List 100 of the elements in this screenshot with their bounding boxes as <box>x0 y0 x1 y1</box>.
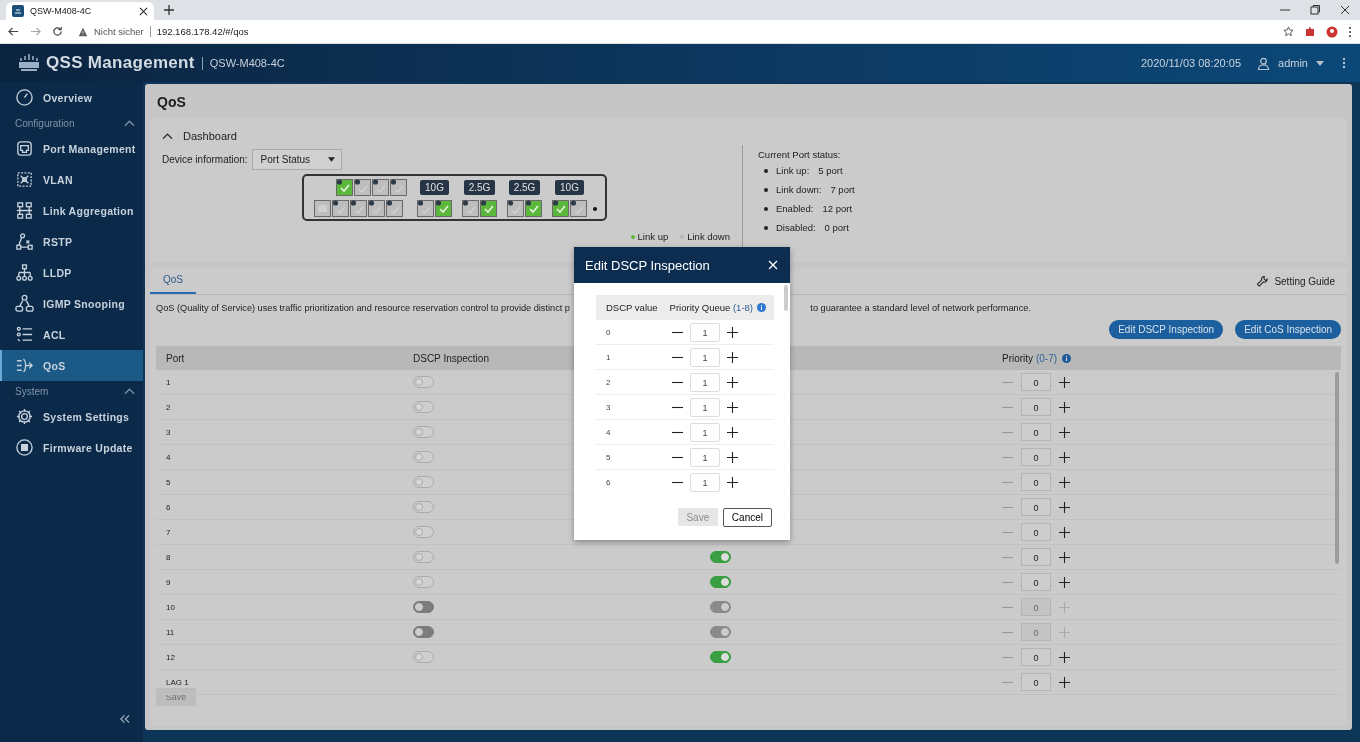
priority-input[interactable]: 0 <box>1021 673 1051 691</box>
profile-icon[interactable] <box>1326 25 1338 38</box>
plus-icon[interactable] <box>1059 376 1070 388</box>
priority-input[interactable]: 0 <box>1021 548 1051 566</box>
port-icon[interactable] <box>570 200 587 217</box>
dscp-toggle[interactable] <box>413 501 434 513</box>
port-icon[interactable] <box>435 200 452 217</box>
edit-button[interactable]: Edit DSCP Inspection <box>1109 320 1224 339</box>
queue-input[interactable]: 1 <box>690 422 720 442</box>
chevron-icon[interactable] <box>124 119 135 127</box>
priority-input[interactable]: 0 <box>1021 573 1051 591</box>
port-icon[interactable] <box>417 200 434 217</box>
plus-icon[interactable] <box>1059 526 1070 538</box>
close-icon[interactable] <box>1340 5 1350 15</box>
cos-toggle[interactable] <box>710 651 731 663</box>
edit-button[interactable]: Edit CoS Inspection <box>1235 320 1341 339</box>
port-icon[interactable] <box>462 200 479 217</box>
sidebar-item[interactable]: IGMP Snooping <box>0 288 143 319</box>
sidebar-item[interactable]: Link Aggregation <box>0 195 143 226</box>
cancel-button[interactable]: Cancel <box>722 508 772 527</box>
queue-input[interactable]: 1 <box>690 447 720 467</box>
info-icon[interactable] <box>1062 353 1072 363</box>
dscp-toggle[interactable] <box>413 476 434 488</box>
priority-input[interactable]: 0 <box>1021 648 1051 666</box>
priority-input[interactable]: 0 <box>1021 423 1051 441</box>
port-status-dropdown[interactable]: Port Status <box>251 149 343 170</box>
sidebar-item[interactable]: LLDP <box>0 257 143 288</box>
priority-input[interactable]: 0 <box>1021 473 1051 491</box>
plus-icon[interactable] <box>727 376 738 388</box>
sidebar-item[interactable]: System Settings <box>0 401 143 432</box>
port-icon[interactable] <box>372 179 389 196</box>
more-icon[interactable] <box>1342 57 1346 69</box>
plus-icon[interactable] <box>1059 476 1070 488</box>
dscp-toggle[interactable] <box>413 526 434 538</box>
port-icon[interactable] <box>386 200 403 217</box>
cos-toggle[interactable] <box>710 551 731 563</box>
queue-input[interactable]: 1 <box>690 347 720 367</box>
info-icon[interactable] <box>757 303 766 312</box>
priority-input[interactable]: 0 <box>1021 398 1051 416</box>
sidebar-item[interactable]: ACL <box>0 319 143 350</box>
address-field[interactable]: Nicht sicher 192.168.178.42/#/qos <box>74 22 1272 41</box>
chevron-icon[interactable] <box>124 387 135 395</box>
port-icon[interactable] <box>507 200 524 217</box>
port-icon[interactable] <box>480 200 497 217</box>
sidebar-item[interactable]: Firmware Update <box>0 432 143 463</box>
port-icon[interactable] <box>368 200 385 217</box>
plus-icon[interactable] <box>1059 576 1070 588</box>
dscp-toggle[interactable] <box>413 451 434 463</box>
maximize-icon[interactable] <box>1310 5 1320 15</box>
queue-input[interactable]: 1 <box>690 397 720 417</box>
tab[interactable]: QoS <box>150 268 196 294</box>
sidebar-item[interactable]: VLAN <box>0 164 143 195</box>
browser-tab[interactable]: QSW-M408-4C <box>6 2 154 20</box>
plus-icon[interactable] <box>1059 551 1070 563</box>
plus-icon[interactable] <box>1059 451 1070 463</box>
plus-icon[interactable] <box>727 401 738 413</box>
plus-icon[interactable] <box>1059 426 1070 438</box>
plus-icon[interactable] <box>1059 676 1070 688</box>
dscp-toggle[interactable] <box>413 651 434 663</box>
port-icon[interactable] <box>354 179 371 196</box>
priority-input[interactable]: 0 <box>1021 498 1051 516</box>
plus-icon[interactable] <box>727 451 738 463</box>
sidebar-item[interactable]: Port Management <box>0 133 143 164</box>
chevron-icon[interactable] <box>162 132 173 140</box>
queue-input[interactable]: 1 <box>690 372 720 392</box>
menu-icon[interactable] <box>1348 25 1352 38</box>
new-tab-icon[interactable] <box>164 5 174 15</box>
cos-toggle[interactable] <box>710 576 731 588</box>
close-icon[interactable] <box>139 6 148 16</box>
dscp-toggle[interactable] <box>413 376 434 388</box>
scrollbar[interactable] <box>1335 372 1339 564</box>
dscp-toggle[interactable] <box>413 576 434 588</box>
sidebar-item[interactable]: Overview <box>0 82 143 113</box>
dscp-toggle[interactable] <box>413 551 434 563</box>
dscp-toggle[interactable] <box>413 426 434 438</box>
priority-input[interactable]: 0 <box>1021 373 1051 391</box>
plus-icon[interactable] <box>727 426 738 438</box>
port-icon[interactable] <box>552 200 569 217</box>
sidebar-item[interactable]: QoS <box>0 350 143 381</box>
extension-icon[interactable] <box>1304 25 1316 38</box>
queue-input[interactable]: 1 <box>690 322 720 342</box>
port-icon[interactable] <box>336 179 353 196</box>
dscp-toggle[interactable] <box>413 401 434 413</box>
reload-icon[interactable] <box>52 26 63 37</box>
setting-guide-link[interactable]: Setting Guide <box>1256 274 1335 288</box>
priority-input[interactable]: 0 <box>1021 448 1051 466</box>
back-icon[interactable] <box>8 26 19 37</box>
plus-icon[interactable] <box>1059 501 1070 513</box>
port-icon[interactable] <box>332 200 349 217</box>
plus-icon[interactable] <box>1059 651 1070 663</box>
collapse-icon[interactable] <box>119 714 130 724</box>
user-menu[interactable]: admin <box>1257 56 1324 70</box>
priority-input[interactable]: 0 <box>1021 523 1051 541</box>
queue-input[interactable]: 1 <box>690 472 720 492</box>
port-icon[interactable] <box>390 179 407 196</box>
sidebar-item[interactable]: RSTP <box>0 226 143 257</box>
plus-icon[interactable] <box>1059 401 1070 413</box>
scrollbar[interactable] <box>784 285 788 311</box>
plus-icon[interactable] <box>727 351 738 363</box>
port-icon[interactable] <box>350 200 367 217</box>
